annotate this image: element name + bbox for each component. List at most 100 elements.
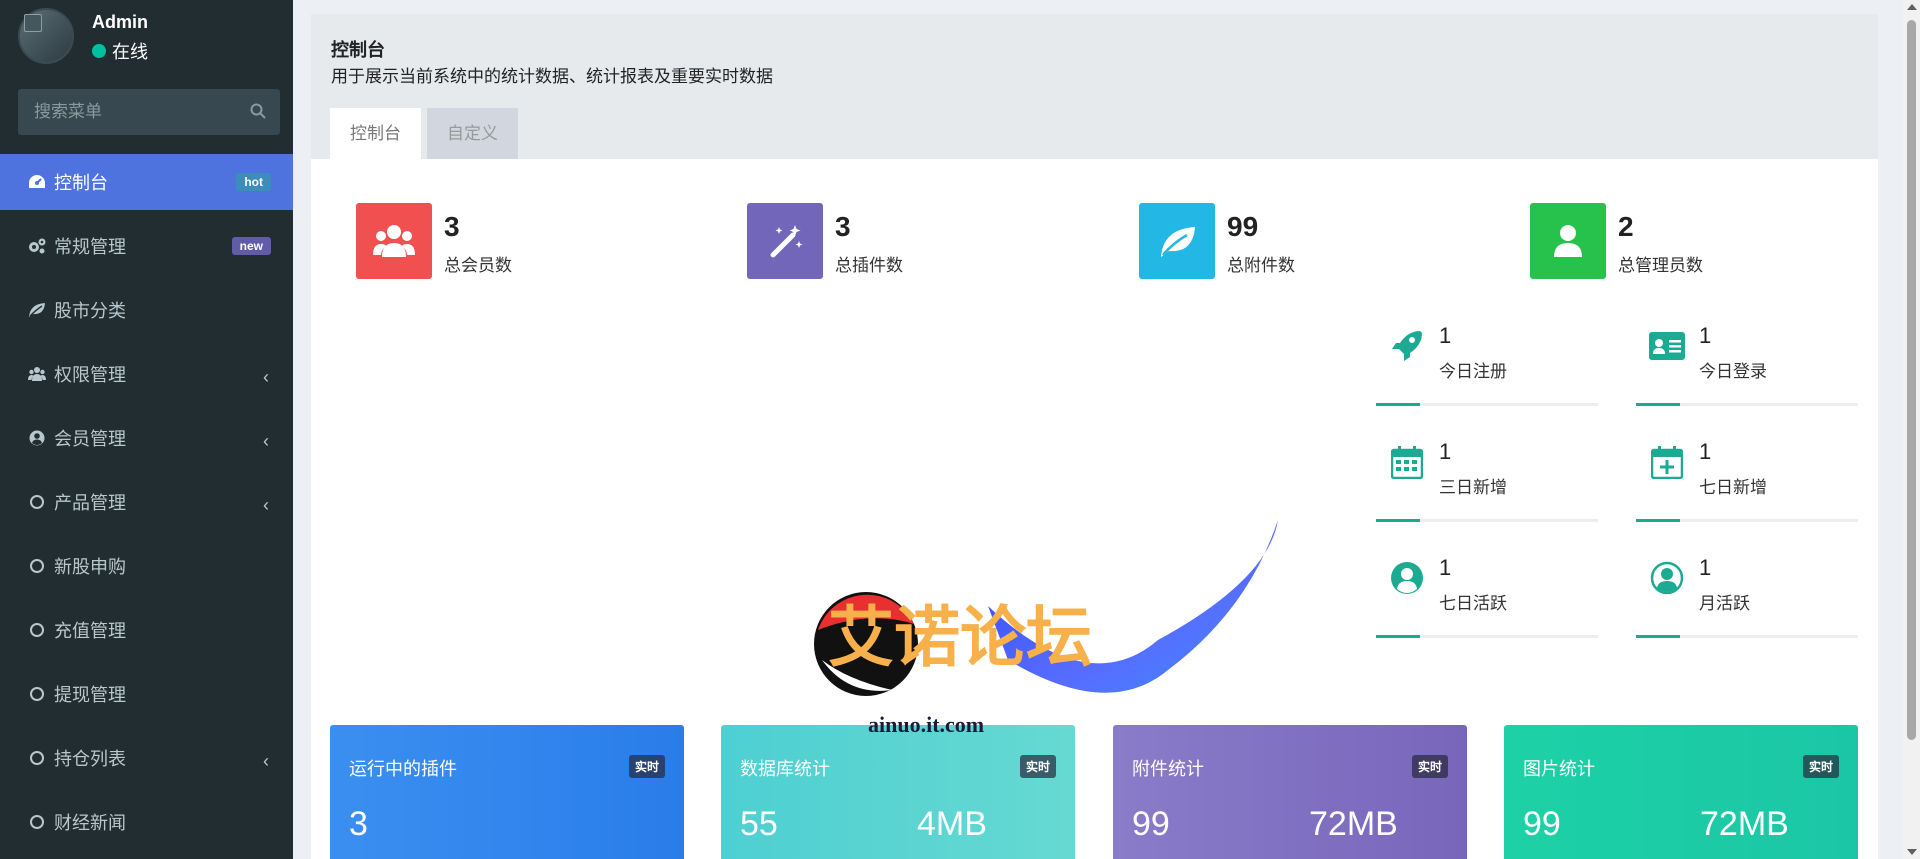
mini-stat-value: 1 xyxy=(1439,439,1452,464)
card-value-size: 72MB xyxy=(1309,805,1398,843)
mini-stat-value: 1 xyxy=(1699,555,1712,580)
user-icon xyxy=(1554,225,1582,257)
avatar[interactable] xyxy=(18,8,74,64)
sidebar-item-6[interactable]: 新股申购 xyxy=(0,538,293,594)
card-badge: 实时 xyxy=(1019,755,1056,778)
stat-label: 总附件数 xyxy=(1227,256,1295,275)
sidebar-item-1[interactable]: 常规管理 new xyxy=(0,218,293,274)
mini-stat-month-active: 1 月活跃 xyxy=(1636,551,1858,651)
circle-o-icon xyxy=(28,493,46,511)
stat-total-plugins: 3 总插件数 xyxy=(747,203,1087,279)
sidebar: Admin 在线 控制台 hot 常规管理new 股市分类权限管理‹ 会员管理 ‹ 产品管理… xyxy=(0,0,293,859)
stat-label: 总管理员数 xyxy=(1618,256,1703,275)
mini-stat-value: 1 xyxy=(1699,439,1712,464)
users-icon xyxy=(373,225,415,257)
stat-value: 2 xyxy=(1618,211,1634,242)
stat-total-attachments: 99 总附件数 xyxy=(1139,203,1479,279)
sidebar-item-label: 控制台 xyxy=(54,173,108,193)
stat-total-members: 3 总会员数 xyxy=(356,203,696,279)
mini-stat-bar xyxy=(1636,403,1858,406)
stat-value: 99 xyxy=(1227,211,1259,242)
stat-label: 总会员数 xyxy=(444,256,512,275)
sidebar-item-5[interactable]: 产品管理 ‹ xyxy=(0,474,293,530)
page-title: 控制台 xyxy=(331,40,385,60)
sidebar-item-label: 会员管理 xyxy=(54,429,126,449)
tab-custom[interactable]: 自定义 xyxy=(427,108,518,159)
mini-stat-value: 1 xyxy=(1699,323,1712,348)
card-value: 99 xyxy=(1523,805,1561,843)
content-body: 3 总会员数 3 总插件数 99 总附件数 2 总管理员数 1 今日注册 1 今… xyxy=(311,159,1878,859)
page-scrollbar[interactable] xyxy=(1903,0,1920,859)
menu-badge: new xyxy=(231,237,271,255)
tabs: 控制台 自定义 xyxy=(330,108,518,159)
mini-stat-bar-fill xyxy=(1636,519,1680,522)
sidebar-menu: 控制台 hot 常规管理 new 股市分类权限管理 ‹ 会员管理 ‹ 产品管理 ‹ 新股申购充值管理… xyxy=(0,154,293,858)
stat-value: 3 xyxy=(444,211,460,242)
content-header: 控制台 用于展示当前系统中的统计数据、统计报表及重要实时数据 控制台 自定义 xyxy=(311,14,1878,159)
stat-total-admins: 2 总管理员数 xyxy=(1530,203,1870,279)
user-name: Admin xyxy=(92,12,148,32)
sidebar-item-label: 充值管理 xyxy=(54,621,126,641)
broken-image-icon xyxy=(24,14,42,32)
user-circle-icon xyxy=(1388,559,1426,597)
search-box xyxy=(18,89,280,135)
mini-stat-bar-fill xyxy=(1376,403,1420,406)
user-circle-o-icon xyxy=(1648,559,1686,597)
card-badge: 实时 xyxy=(628,755,665,778)
sidebar-item-8[interactable]: 提现管理 xyxy=(0,666,293,722)
scroll-up-arrow-icon[interactable] xyxy=(1907,4,1917,10)
search-input[interactable] xyxy=(18,89,280,135)
sidebar-item-10[interactable]: 财经新闻 xyxy=(0,794,293,850)
user-status-label: 在线 xyxy=(112,42,148,62)
mini-stat-bar xyxy=(1636,519,1858,522)
mini-stat-today-login: 1 今日登录 xyxy=(1636,319,1858,419)
circle-o-icon xyxy=(28,813,46,831)
rocket-icon xyxy=(1388,327,1426,365)
menu-badge: hot xyxy=(236,173,271,191)
mini-stat-bar xyxy=(1376,403,1598,406)
chevron-left-icon: ‹ xyxy=(263,431,269,451)
app: Admin 在线 控制台 hot 常规管理new 股市分类权限管理‹ 会员管理 ‹ 产品管理… xyxy=(0,0,1920,859)
card-badge: 实时 xyxy=(1802,755,1839,778)
sidebar-item-3[interactable]: 权限管理 ‹ xyxy=(0,346,293,402)
card-value-size: 4MB xyxy=(917,805,987,843)
card-badge: 实时 xyxy=(1411,755,1448,778)
page-description: 用于展示当前系统中的统计数据、统计报表及重要实时数据 xyxy=(331,67,773,86)
card-attachment-stats: 附件统计 实时 99 72MB xyxy=(1113,725,1467,859)
mini-stat-bar-fill xyxy=(1376,635,1420,638)
users-icon xyxy=(28,365,46,383)
mini-stat-label: 七日新增 xyxy=(1699,478,1767,497)
magic-wand-icon xyxy=(770,225,803,258)
search-icon[interactable] xyxy=(250,103,266,119)
sidebar-item-0[interactable]: 控制台 hot xyxy=(0,154,293,210)
user-circle-icon xyxy=(28,429,46,447)
mini-stat-bar-fill xyxy=(1636,403,1680,406)
mini-stat-today-register: 1 今日注册 xyxy=(1376,319,1598,419)
card-title: 运行中的插件 xyxy=(349,759,457,779)
online-dot-icon xyxy=(92,44,106,58)
scroll-thumb[interactable] xyxy=(1907,20,1916,740)
calendar-plus-icon xyxy=(1648,443,1686,481)
circle-o-icon xyxy=(28,749,46,767)
card-value: 3 xyxy=(349,805,368,843)
card-title: 图片统计 xyxy=(1523,759,1595,779)
mini-stat-label: 今日注册 xyxy=(1439,362,1507,381)
sidebar-item-2[interactable]: 股市分类 xyxy=(0,282,293,338)
mini-stat-bar xyxy=(1376,635,1598,638)
sidebar-item-label: 持仓列表 xyxy=(54,749,126,769)
card-running-plugins: 运行中的插件 实时 3 xyxy=(330,725,684,859)
sidebar-item-7[interactable]: 充值管理 xyxy=(0,602,293,658)
circle-o-icon xyxy=(28,621,46,639)
stat-icon-box xyxy=(747,203,823,279)
sidebar-item-label: 提现管理 xyxy=(54,685,126,705)
stat-icon-box xyxy=(1530,203,1606,279)
card-title: 数据库统计 xyxy=(740,759,830,779)
mini-stat-label: 今日登录 xyxy=(1699,362,1767,381)
stat-value: 3 xyxy=(835,211,851,242)
scroll-down-arrow-icon[interactable] xyxy=(1907,849,1917,855)
tab-dashboard[interactable]: 控制台 xyxy=(330,108,421,159)
sidebar-item-9[interactable]: 持仓列表 ‹ xyxy=(0,730,293,786)
sidebar-item-4[interactable]: 会员管理 ‹ xyxy=(0,410,293,466)
stat-label: 总插件数 xyxy=(835,256,903,275)
mini-stat-seven-day-new: 1 七日新增 xyxy=(1636,435,1858,535)
